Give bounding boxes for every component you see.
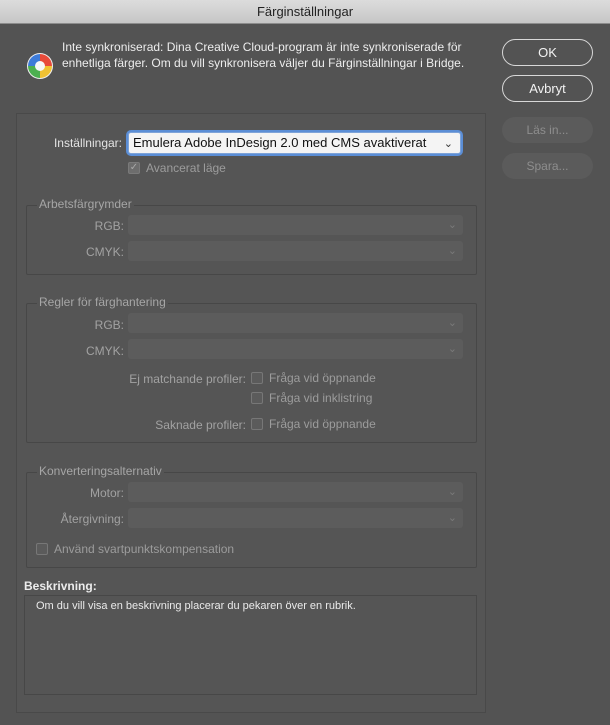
black-point-compensation-label: Använd svartpunktskompensation: [54, 542, 235, 556]
description-title: Beskrivning:: [24, 579, 97, 593]
window-title: Färginställningar: [0, 0, 610, 24]
chevron-down-icon: ⌄: [447, 245, 457, 257]
advanced-mode-label: Avancerat läge: [146, 161, 226, 175]
settings-dropdown[interactable]: Emulera Adobe InDesign 2.0 med CMS avakt…: [128, 132, 461, 154]
sync-status-text: Inte synkroniserad: Dina Creative Cloud-…: [62, 40, 465, 70]
settings-value: Emulera Adobe InDesign 2.0 med CMS avakt…: [133, 135, 427, 150]
rgb-working-label: RGB:: [94, 219, 124, 233]
chevron-down-icon: ⌄: [443, 138, 453, 150]
color-wheel-icon: [27, 53, 53, 79]
advanced-mode-checkbox[interactable]: ✓: [128, 162, 140, 174]
missing-ask-open-label: Fråga vid öppnande: [269, 417, 376, 431]
working-spaces-legend: Arbetsfärgrymder: [37, 197, 134, 211]
chevron-down-icon: ⌄: [447, 486, 457, 498]
chevron-down-icon: ⌄: [447, 317, 457, 329]
cmyk-working-dropdown[interactable]: ⌄: [128, 241, 463, 261]
engine-dropdown[interactable]: ⌄: [128, 482, 463, 502]
cmyk-policy-label: CMYK:: [85, 344, 124, 358]
mismatch-ask-paste-label: Fråga vid inklistring: [269, 391, 373, 405]
black-point-compensation-checkbox[interactable]: [36, 543, 48, 555]
settings-label: Inställningar:: [53, 136, 122, 150]
description-text: Om du vill visa en beskrivning placerar …: [36, 600, 356, 612]
missing-ask-open-checkbox[interactable]: [251, 418, 263, 430]
intent-label: Återgivning:: [60, 512, 124, 526]
rgb-policy-dropdown[interactable]: ⌄: [128, 313, 463, 333]
intent-dropdown[interactable]: ⌄: [128, 508, 463, 528]
chevron-down-icon: ⌄: [447, 512, 457, 524]
color-policies-legend: Regler för färghantering: [37, 295, 168, 309]
rgb-working-dropdown[interactable]: ⌄: [128, 215, 463, 235]
mismatch-ask-open-label: Fråga vid öppnande: [269, 371, 376, 385]
ok-button[interactable]: OK: [502, 39, 593, 66]
cmyk-policy-dropdown[interactable]: ⌄: [128, 339, 463, 359]
save-button[interactable]: Spara...: [502, 153, 593, 179]
chevron-down-icon: ⌄: [447, 219, 457, 231]
cancel-button[interactable]: Avbryt: [502, 75, 593, 102]
rgb-policy-label: RGB:: [94, 318, 124, 332]
conversion-options-legend: Konverteringsalternativ: [37, 464, 164, 478]
engine-label: Motor:: [89, 486, 124, 500]
cmyk-working-label: CMYK:: [85, 245, 124, 259]
profile-mismatch-label: Ej matchande profiler:: [129, 372, 246, 386]
mismatch-ask-open-checkbox[interactable]: [251, 372, 263, 384]
chevron-down-icon: ⌄: [447, 343, 457, 355]
mismatch-ask-paste-checkbox[interactable]: [251, 392, 263, 404]
load-button[interactable]: Läs in...: [502, 117, 593, 143]
missing-profiles-label: Saknade profiler:: [155, 418, 246, 432]
